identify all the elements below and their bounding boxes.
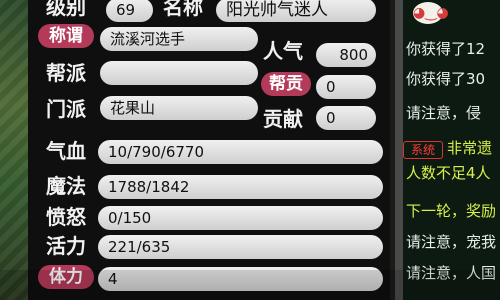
level-field: 69 — [106, 0, 153, 22]
name-label: 名称 — [163, 0, 203, 19]
chat-panel[interactable]: ◕‿◕ 你获得了12 你获得了30 请注意，侵 系统 非常遗 人数不足4人 下一… — [403, 0, 500, 300]
guild-field — [100, 61, 258, 85]
chat-line: 下一轮，奖励 — [406, 202, 497, 220]
mp-field: 1788/1842 — [98, 175, 383, 199]
guild-contribution-button[interactable]: 帮贡 — [261, 72, 311, 96]
panel-divider — [395, 0, 403, 300]
chat-line: 人数不足4人 — [406, 164, 491, 182]
level-label: 级别 — [46, 0, 86, 19]
bottom-shade — [0, 270, 500, 300]
title-button[interactable]: 称谓 — [38, 24, 94, 48]
popularity-field: 800 — [316, 43, 376, 67]
chat-line: 非常遗 — [447, 139, 493, 157]
sect-label: 门派 — [46, 97, 86, 121]
chat-line: 请注意，侵 — [406, 104, 482, 122]
system-tag: 系统 — [403, 141, 443, 159]
emoji-face-icon: ◕‿◕ — [413, 2, 449, 24]
contribution-label: 贡献 — [263, 107, 303, 131]
guild-contribution-field: 0 — [316, 75, 376, 99]
sect-field: 花果山 — [100, 96, 258, 120]
vitality-field: 221/635 — [98, 235, 383, 259]
chat-line: 你获得了12 — [406, 40, 486, 58]
popularity-label: 人气 — [263, 39, 303, 63]
title-field: 流溪河选手 — [100, 27, 258, 51]
character-attributes-panel: 级别 69 名称 阳光帅气迷人 称谓 流溪河选手 人气 800 帮派 帮贡 0 … — [28, 0, 390, 300]
guild-label: 帮派 — [46, 61, 86, 85]
rage-label: 愤怒 — [46, 205, 86, 229]
name-field: 阳光帅气迷人 — [216, 0, 376, 22]
hp-field: 10/790/6770 — [98, 140, 383, 164]
contribution-field: 0 — [316, 106, 376, 130]
game-screen: 级别 69 名称 阳光帅气迷人 称谓 流溪河选手 人气 800 帮派 帮贡 0 … — [0, 0, 500, 300]
vitality-label: 活力 — [46, 234, 86, 258]
mp-label: 魔法 — [46, 174, 86, 198]
rage-field: 0/150 — [98, 206, 383, 230]
chat-line: 请注意，宠我 — [406, 233, 497, 251]
hp-label: 气血 — [46, 139, 86, 163]
chat-line: 你获得了30 — [406, 70, 486, 88]
